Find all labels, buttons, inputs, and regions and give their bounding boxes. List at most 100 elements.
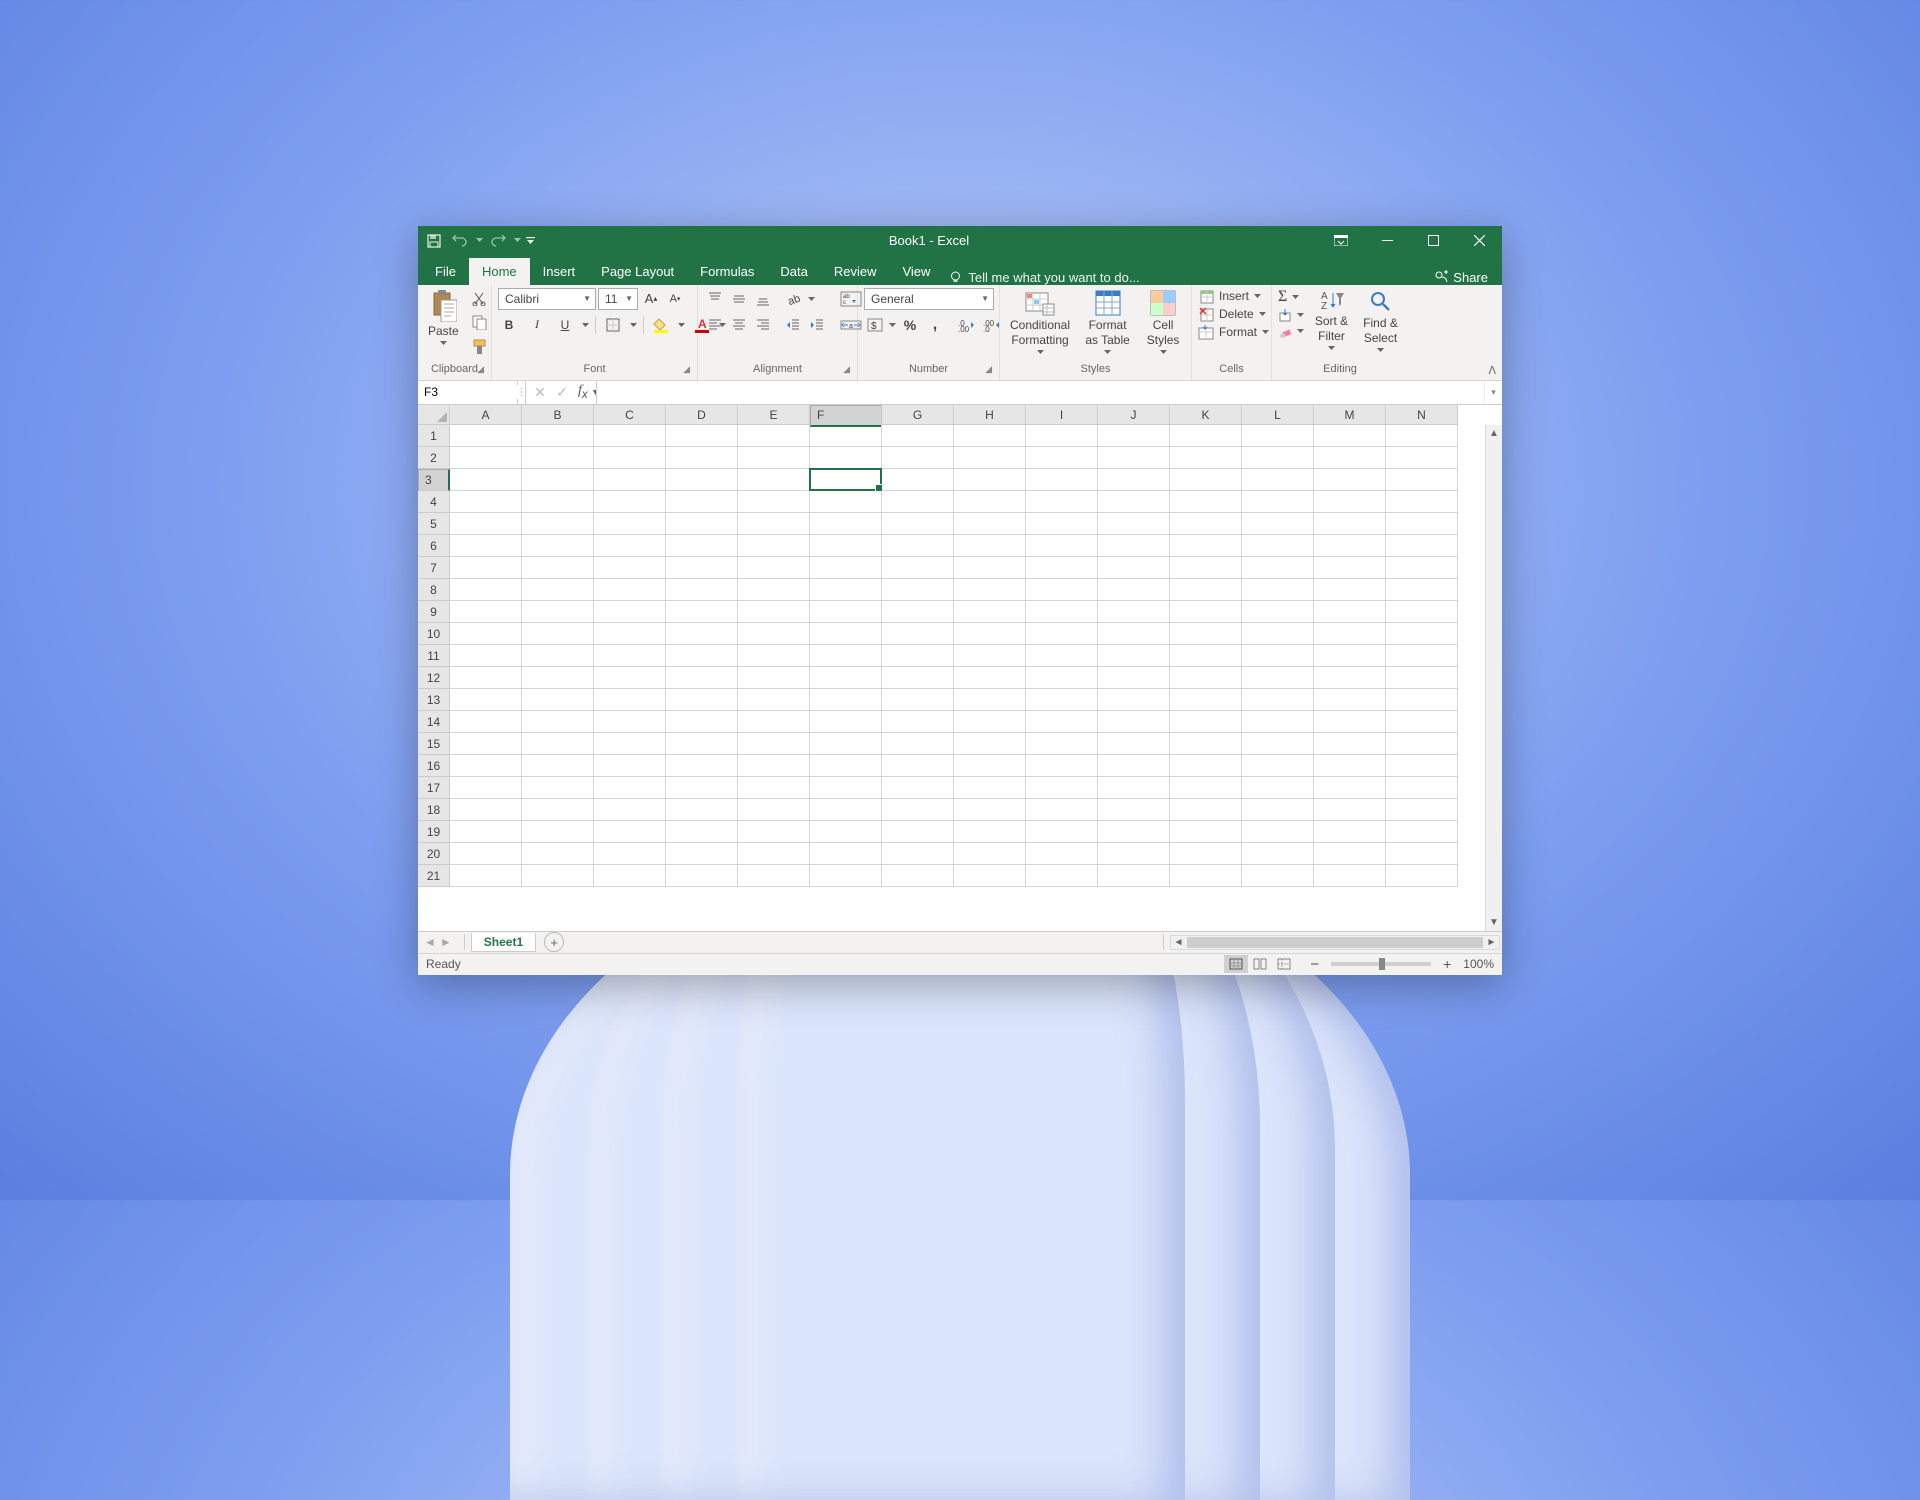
cell[interactable] bbox=[594, 491, 666, 513]
column-header[interactable]: I bbox=[1026, 405, 1098, 425]
cell[interactable] bbox=[1026, 579, 1098, 601]
row-header[interactable]: 16 bbox=[418, 755, 450, 777]
cell[interactable] bbox=[1314, 579, 1386, 601]
italic-icon[interactable]: I bbox=[526, 314, 548, 336]
cell[interactable] bbox=[1314, 491, 1386, 513]
cell[interactable] bbox=[450, 689, 522, 711]
cell[interactable] bbox=[1026, 513, 1098, 535]
cell[interactable] bbox=[738, 733, 810, 755]
cell[interactable] bbox=[738, 579, 810, 601]
cell[interactable] bbox=[666, 799, 738, 821]
cell[interactable] bbox=[738, 513, 810, 535]
cell[interactable] bbox=[1026, 689, 1098, 711]
cell[interactable] bbox=[666, 711, 738, 733]
cell[interactable] bbox=[954, 843, 1026, 865]
paste-button[interactable]: Paste bbox=[424, 288, 463, 347]
column-header[interactable]: N bbox=[1386, 405, 1458, 425]
cell[interactable] bbox=[1098, 755, 1170, 777]
cell[interactable] bbox=[1026, 843, 1098, 865]
chevron-down-icon[interactable] bbox=[889, 323, 896, 327]
format-painter-icon[interactable] bbox=[469, 336, 491, 358]
cell[interactable] bbox=[738, 557, 810, 579]
cell[interactable] bbox=[1026, 865, 1098, 887]
alignment-launcher-icon[interactable]: ◢ bbox=[843, 364, 850, 375]
cell[interactable] bbox=[1314, 711, 1386, 733]
cell[interactable] bbox=[810, 447, 882, 469]
cell[interactable] bbox=[1386, 623, 1458, 645]
cell[interactable] bbox=[594, 645, 666, 667]
cell[interactable] bbox=[810, 755, 882, 777]
cell[interactable] bbox=[666, 425, 738, 447]
cell[interactable] bbox=[450, 711, 522, 733]
cell[interactable] bbox=[450, 513, 522, 535]
cell[interactable] bbox=[1242, 623, 1314, 645]
row-header[interactable]: 20 bbox=[418, 843, 450, 865]
cell[interactable] bbox=[450, 843, 522, 865]
cell[interactable] bbox=[810, 645, 882, 667]
cell[interactable] bbox=[1098, 601, 1170, 623]
cell[interactable] bbox=[810, 579, 882, 601]
cell[interactable] bbox=[882, 645, 954, 667]
zoom-in-icon[interactable]: + bbox=[1439, 956, 1455, 972]
cell-styles-button[interactable]: Cell Styles bbox=[1141, 288, 1185, 356]
cell[interactable] bbox=[882, 535, 954, 557]
delete-cells-button[interactable]: Delete bbox=[1198, 306, 1266, 322]
cell[interactable] bbox=[954, 513, 1026, 535]
cell[interactable] bbox=[450, 491, 522, 513]
cell[interactable] bbox=[1170, 469, 1242, 491]
cell[interactable] bbox=[1170, 755, 1242, 777]
cell[interactable] bbox=[1386, 513, 1458, 535]
cell[interactable] bbox=[738, 777, 810, 799]
underline-icon[interactable]: U bbox=[554, 314, 576, 336]
page-layout-view-icon[interactable] bbox=[1248, 955, 1272, 973]
cell[interactable] bbox=[1314, 557, 1386, 579]
new-sheet-icon[interactable]: + bbox=[544, 932, 564, 952]
cell[interactable] bbox=[522, 601, 594, 623]
cell[interactable] bbox=[522, 425, 594, 447]
cell[interactable] bbox=[810, 491, 882, 513]
cell[interactable] bbox=[594, 513, 666, 535]
maximize-icon[interactable] bbox=[1410, 226, 1456, 256]
cell[interactable] bbox=[810, 777, 882, 799]
cell[interactable] bbox=[882, 667, 954, 689]
cell[interactable] bbox=[1314, 865, 1386, 887]
cell[interactable] bbox=[666, 755, 738, 777]
number-format-select[interactable]: General▼ bbox=[864, 288, 994, 310]
cell[interactable] bbox=[954, 469, 1026, 491]
cell[interactable] bbox=[738, 469, 810, 491]
cell[interactable] bbox=[1242, 601, 1314, 623]
number-launcher-icon[interactable]: ◢ bbox=[985, 364, 992, 375]
cell[interactable] bbox=[882, 689, 954, 711]
cell[interactable] bbox=[1026, 623, 1098, 645]
row-header[interactable]: 9 bbox=[418, 601, 450, 623]
cell[interactable] bbox=[1314, 689, 1386, 711]
clear-button[interactable] bbox=[1278, 324, 1304, 338]
tab-view[interactable]: View bbox=[889, 258, 943, 285]
cell[interactable] bbox=[666, 557, 738, 579]
cell[interactable] bbox=[1242, 469, 1314, 491]
cell[interactable] bbox=[666, 689, 738, 711]
cell[interactable] bbox=[954, 777, 1026, 799]
accounting-format-icon[interactable]: $ bbox=[864, 314, 886, 336]
cell[interactable] bbox=[810, 425, 882, 447]
cell[interactable] bbox=[666, 843, 738, 865]
redo-dropdown-icon[interactable] bbox=[512, 229, 522, 253]
close-icon[interactable] bbox=[1456, 226, 1502, 256]
cell[interactable] bbox=[1242, 865, 1314, 887]
cell[interactable] bbox=[1170, 689, 1242, 711]
row-header[interactable]: 8 bbox=[418, 579, 450, 601]
tab-insert[interactable]: Insert bbox=[530, 258, 589, 285]
cell[interactable] bbox=[1098, 865, 1170, 887]
cell[interactable] bbox=[1386, 579, 1458, 601]
cell[interactable] bbox=[1314, 755, 1386, 777]
cell[interactable] bbox=[1026, 711, 1098, 733]
cell[interactable] bbox=[954, 623, 1026, 645]
cell[interactable] bbox=[738, 865, 810, 887]
cell[interactable] bbox=[594, 733, 666, 755]
cell[interactable] bbox=[1026, 645, 1098, 667]
cell[interactable] bbox=[666, 865, 738, 887]
cell[interactable] bbox=[738, 799, 810, 821]
cell[interactable] bbox=[954, 447, 1026, 469]
row-header[interactable]: 11 bbox=[418, 645, 450, 667]
cell[interactable] bbox=[1098, 821, 1170, 843]
